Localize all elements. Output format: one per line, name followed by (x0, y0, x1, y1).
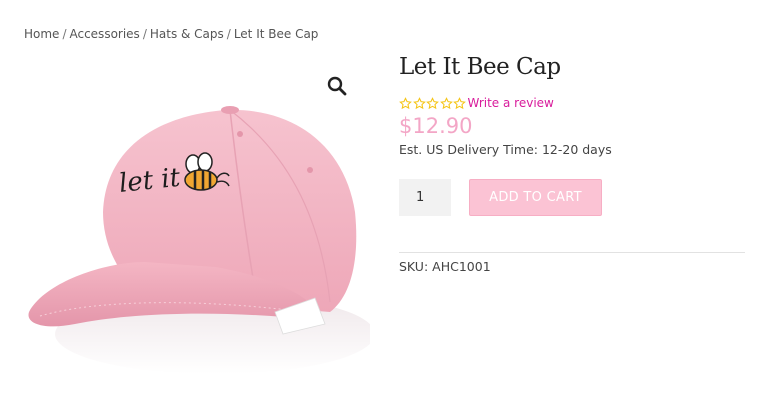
sku-value: AHC1001 (432, 259, 491, 274)
add-to-cart-button[interactable]: ADD TO CART (469, 179, 602, 216)
breadcrumb-current: Let It Bee Cap (233, 27, 319, 41)
pink-cap-image: let it (28, 106, 370, 374)
rating-row: Write a review (399, 95, 745, 111)
breadcrumb-hats-caps[interactable]: Hats & Caps (150, 27, 224, 41)
add-to-cart-form: ADD TO CART (399, 179, 745, 216)
star-outline-icon (439, 96, 453, 109)
product-image[interactable]: let it (25, 62, 370, 380)
cap-embroidery-text: let it (118, 163, 183, 199)
breadcrumb-accessories[interactable]: Accessories (69, 27, 139, 41)
quantity-input[interactable] (399, 179, 451, 216)
magnifier-icon (327, 76, 347, 96)
star-outline-icon (453, 96, 466, 109)
write-review-link[interactable]: Write a review (468, 96, 554, 110)
star-outline-icon (426, 96, 439, 109)
product-price: $12.90 (399, 114, 473, 138)
star-outline-icon (412, 96, 426, 109)
star-rating[interactable] (399, 96, 467, 110)
zoom-button[interactable] (325, 74, 349, 98)
star-outline-icon (399, 96, 412, 109)
breadcrumb-separator: / (226, 27, 231, 41)
delivery-estimate: Est. US Delivery Time: 12-20 days (399, 142, 612, 157)
breadcrumb-separator: / (62, 27, 67, 41)
divider (399, 252, 745, 253)
breadcrumb: Home / Accessories / Hats & Caps / Let It Bee … (24, 27, 318, 41)
breadcrumb-separator: / (142, 27, 147, 41)
sku-label: SKU: (399, 259, 429, 274)
product-title: Let It Bee Cap (399, 54, 561, 80)
sku: SKU: AHC1001 (399, 259, 745, 274)
product-summary: Let It Bee Cap Write a review $12.90 Est… (399, 54, 745, 274)
breadcrumb-home[interactable]: Home (24, 27, 59, 41)
